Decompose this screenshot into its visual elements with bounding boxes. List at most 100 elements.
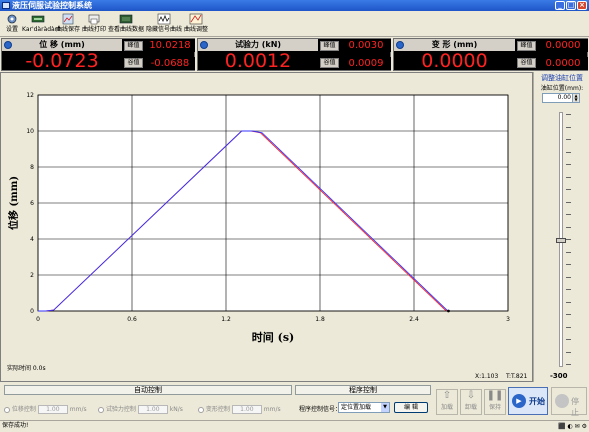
slider-tick — [566, 314, 571, 315]
load-label: 加载 — [440, 404, 453, 411]
displacement-value: -0.0723 — [25, 50, 99, 72]
deformation-control-label: 变形控制 — [205, 406, 230, 413]
edit-button[interactable]: 编 辑 — [394, 402, 428, 413]
status-bar: 保存成功! ⬛ ◐ ✉ ⚙ — [0, 420, 589, 431]
maximize-button[interactable]: □ — [566, 1, 576, 10]
calibration-label: Kar'dàràdàrè — [22, 26, 61, 33]
cylinder-position-value: 0.00 — [557, 94, 571, 101]
calibration-icon — [31, 15, 45, 23]
slider-tick — [566, 126, 571, 128]
displacement-rate-unit: mm/s — [69, 406, 87, 413]
force-control-label: 试验力控制 — [105, 406, 136, 413]
close-button[interactable]: × — [577, 1, 587, 10]
control-bar: 自动控制 程序控制 位移控制 1.00 mm/s 试验力控制 1.00 kN/s… — [0, 383, 589, 420]
stop-icon — [555, 394, 569, 408]
start-label: 开始 — [529, 397, 545, 406]
slider-tick — [566, 189, 571, 190]
force-valley-value: 0.0009 — [341, 57, 391, 70]
displacement-rate-input[interactable]: 1.00 — [37, 405, 68, 414]
cylinder-slider-thumb[interactable] — [556, 238, 566, 243]
y-ticks: 0 2 4 6 8 10 12 — [26, 92, 34, 315]
force-control-row: 试验力控制 1.00 kN/s — [98, 404, 183, 414]
force-value: 0.0012 — [224, 50, 292, 72]
y-tick-label: 4 — [30, 236, 34, 243]
window-titlebar: 液压伺服试验控制系统 _ □ × — [0, 0, 589, 11]
chevron-down-icon: ▼ — [381, 403, 389, 412]
deformation-valley-value: 0.0000 — [538, 57, 588, 70]
deformation-panel: 变 形 (mm) 0.0000 峰值 0.0000 谷值 0.0000 — [393, 38, 588, 72]
unload-label: 卸载 — [464, 404, 477, 411]
displacement-valley-label: 谷值 — [124, 58, 143, 68]
minimize-button[interactable]: _ — [555, 1, 565, 10]
current-point-marker — [447, 309, 450, 313]
y-tick-label: 2 — [30, 272, 34, 279]
cylinder-adjust-title: 调整油缸位置 — [541, 74, 583, 82]
cylinder-position-label: 油缸位置(mm): — [540, 85, 584, 92]
plot-area[interactable]: 0 0.6 1.2 1.8 2.4 3 0 2 4 6 8 10 12 时间 (s) 位移 (mm) … — [0, 72, 533, 382]
save-curve-label: 曲线保存 — [56, 26, 81, 33]
x-axis-label: 时间 (s) — [252, 330, 294, 344]
displacement-peak-value: 10.0218 — [145, 39, 195, 52]
slider-tick — [566, 264, 571, 265]
tab-auto-control[interactable]: 自动控制 — [4, 385, 292, 395]
adjust-curve-label: 曲线调整 — [184, 26, 209, 33]
x-tick-label: 2.4 — [409, 316, 419, 323]
slider-tick — [566, 226, 571, 228]
cylinder-position-input[interactable]: 0.00 ▲ ▼ — [542, 93, 580, 103]
hide-curve-button[interactable]: 隐藏信号曲线 — [146, 13, 182, 36]
y-tick-label: 8 — [30, 164, 34, 171]
displacement-title-text: 位 移 (mm) — [39, 40, 85, 49]
x-tick-label: 0 — [36, 316, 40, 323]
slider-tick — [566, 201, 571, 203]
tab-program-control[interactable]: 程序控制 — [295, 385, 431, 395]
chart[interactable]: 0 0.6 1.2 1.8 2.4 3 0 2 4 6 8 10 12 时间 (s) 位移 (mm) — [1, 73, 532, 381]
print-curve-button[interactable]: 曲线打印 — [82, 13, 106, 36]
slider-tick — [566, 301, 571, 303]
force-peak-value: 0.0030 — [341, 39, 391, 52]
view-data-button[interactable]: 查看曲线数据 — [108, 13, 144, 36]
program-signal-select[interactable]: 定位置加载 ▼ — [338, 402, 390, 413]
displacement-icon — [4, 41, 12, 49]
force-control-radio[interactable] — [98, 406, 104, 413]
slider-tick — [566, 176, 571, 178]
slider-tick — [566, 326, 571, 328]
deformation-icon — [396, 41, 404, 49]
slider-tick — [566, 239, 571, 240]
hold-label: 保持 — [488, 404, 501, 411]
save-curve-button[interactable]: 曲线保存 — [56, 13, 80, 36]
adjust-curve-button[interactable]: 曲线调整 — [184, 13, 208, 36]
settings-icon — [7, 14, 17, 24]
slider-tick — [566, 276, 571, 278]
hold-button[interactable]: ❚❚ 保持 — [484, 389, 506, 415]
y-tick-label: 0 — [30, 308, 34, 315]
load-button[interactable]: ⇧ 加载 — [436, 389, 458, 415]
slider-tick — [566, 351, 571, 353]
x-tick-label: 0.6 — [127, 316, 137, 323]
deformation-control-radio[interactable] — [198, 406, 204, 413]
hide-curve-label: 隐藏信号曲线 — [146, 26, 183, 33]
hide-curve-icon — [157, 13, 171, 25]
unload-button[interactable]: ⇩ 卸载 — [460, 389, 482, 415]
tab-auto-label: 自动控制 — [134, 386, 162, 394]
adjust-curve-icon — [189, 13, 203, 25]
cylinder-position-spinner[interactable]: ▲ ▼ — [572, 94, 579, 102]
t-readout: T:T.821 — [506, 373, 528, 380]
play-icon: ▶ — [512, 394, 526, 408]
window-title: 液压伺服试验控制系统 — [12, 1, 92, 10]
readouts: 位 移 (mm) -0.0723 峰值 10.0218 谷值 -0.0688 试… — [0, 38, 589, 72]
status-text: 保存成功! — [2, 422, 29, 429]
deformation-title-text: 变 形 (mm) — [431, 40, 478, 49]
pause-icon: ❚❚ — [486, 390, 504, 401]
stop-button[interactable]: 停止 — [551, 387, 587, 417]
deformation-rate-input[interactable]: 1.00 — [231, 405, 262, 414]
calibration-button[interactable]: Kar'dàràdàrè — [22, 13, 61, 36]
realtime-label: 实际时间 0.0s — [7, 365, 46, 372]
force-icon — [200, 41, 208, 49]
arrow-up-icon: ⇧ — [442, 390, 452, 401]
settings-button[interactable]: 设置 — [3, 13, 21, 36]
x-tick-label: 1.2 — [221, 316, 231, 323]
start-button[interactable]: ▶ 开始 — [508, 387, 548, 415]
force-rate-input[interactable]: 1.00 — [137, 405, 168, 414]
displacement-control-radio[interactable] — [4, 406, 10, 413]
slider-tick — [566, 214, 571, 215]
